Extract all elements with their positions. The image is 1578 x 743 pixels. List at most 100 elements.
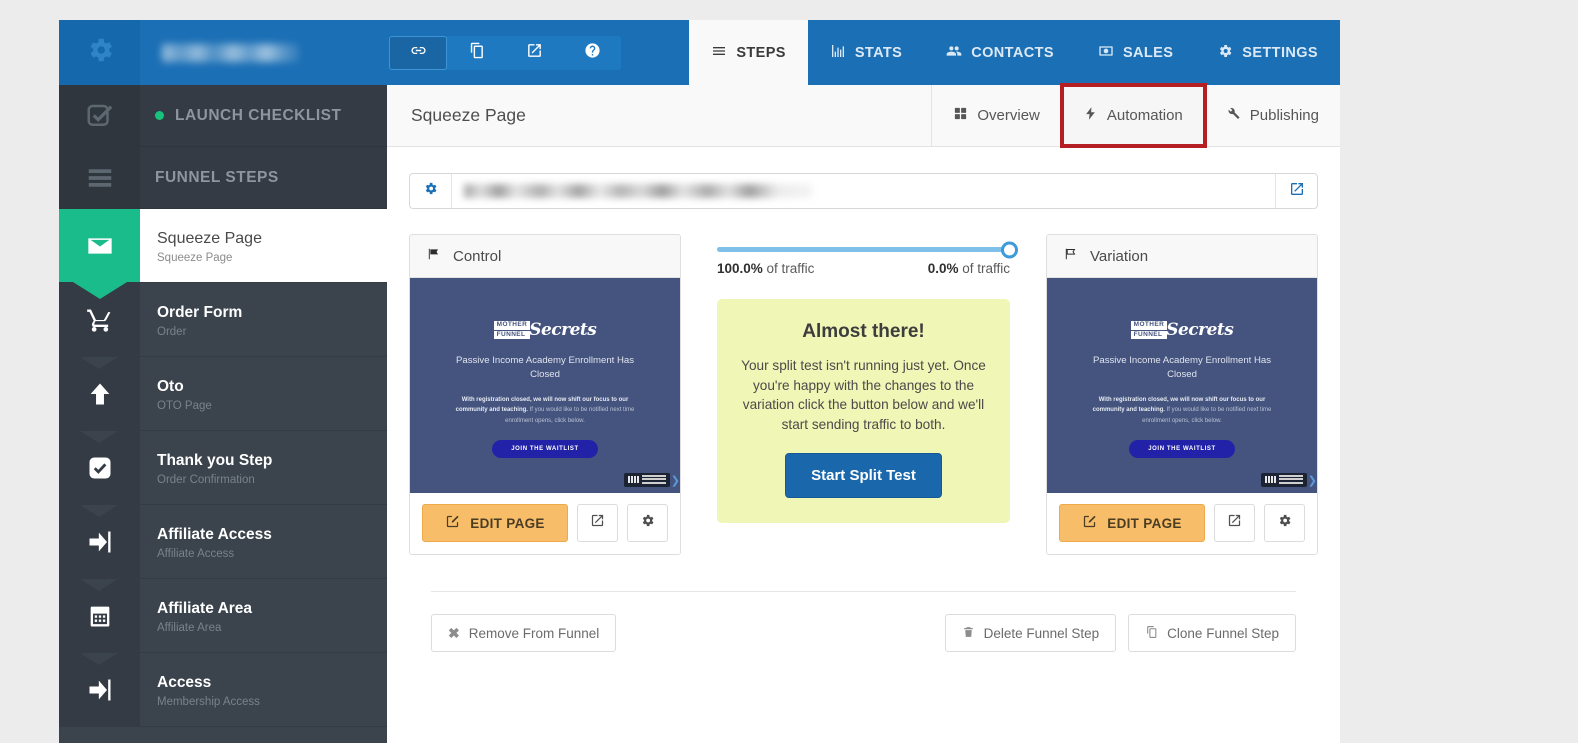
url-input[interactable] xyxy=(452,174,1275,208)
tab-publishing[interactable]: Publishing xyxy=(1204,85,1340,146)
body-container: LAUNCH CHECKLIST FUNNEL STEPS Squeeze Pa… xyxy=(59,83,1340,743)
control-card-title: Control xyxy=(453,247,502,265)
page-url-bar xyxy=(409,173,1318,209)
tab-sales[interactable]: SALES xyxy=(1076,20,1195,85)
account-title-redacted xyxy=(162,43,299,62)
tab-steps-label: STEPS xyxy=(736,44,786,61)
edit-pencil-icon xyxy=(1082,514,1097,532)
remove-from-funnel-label: Remove From Funnel xyxy=(468,625,600,641)
tab-publishing-label: Publishing xyxy=(1249,107,1319,124)
start-split-test-button[interactable]: Start Split Test xyxy=(785,453,942,499)
sidebar-item-affiliate-area[interactable]: Affiliate Area Affiliate Area xyxy=(59,579,387,653)
variation-page-preview[interactable]: MOTHER FUNNEL Secrets Passive Income Aca… xyxy=(1047,278,1317,493)
envelope-icon xyxy=(59,209,140,282)
step-subtitle: Affiliate Access xyxy=(157,547,235,560)
variation-card: Variation MOTHER FUNNEL Secrets Passive … xyxy=(1046,234,1318,555)
help-icon-button[interactable] xyxy=(563,36,621,70)
preview-headline: Passive Income Academy Enrollment Has Cl… xyxy=(455,355,635,380)
link-icon-button[interactable] xyxy=(389,35,447,70)
tab-settings[interactable]: SETTINGS xyxy=(1195,20,1340,85)
variation-open-page-button[interactable] xyxy=(1214,504,1255,542)
quick-action-toolbar xyxy=(389,35,621,70)
step-connector-arrow xyxy=(80,357,118,369)
traffic-slider-track[interactable] xyxy=(717,241,1018,258)
badge-text-lines xyxy=(642,474,666,486)
tab-automation[interactable]: Automation xyxy=(1059,83,1207,148)
preview-logo-line1: MOTHER xyxy=(1130,320,1168,330)
gear-icon xyxy=(1277,513,1292,533)
clone-icon-button[interactable] xyxy=(447,36,505,70)
content-inner: Control MOTHER FUNNEL Secrets Passive In… xyxy=(387,147,1340,652)
sidebar-item-thank-you-step[interactable]: Thank you Step Order Confirmation xyxy=(59,431,387,505)
sidebar-item-affiliate-access[interactable]: Affiliate Access Affiliate Access xyxy=(59,505,387,579)
step-connector-arrow xyxy=(80,505,118,517)
sidebar-item-funnel-steps[interactable]: FUNNEL STEPS xyxy=(59,147,387,209)
external-link-icon xyxy=(1227,513,1242,533)
notice-text: Your split test isn't running just yet. … xyxy=(741,358,986,432)
sidebar-step-text: Thank you Step Order Confirmation xyxy=(140,431,272,504)
url-open-button[interactable] xyxy=(1275,174,1317,208)
control-edit-page-button[interactable]: EDIT PAGE xyxy=(422,504,568,542)
traffic-slider[interactable] xyxy=(717,234,1018,258)
hamburger-icon xyxy=(711,43,727,63)
step-subtitle: Squeeze Page xyxy=(157,251,233,264)
brand-gear-button[interactable] xyxy=(59,20,140,85)
step-title: Affiliate Access xyxy=(157,525,272,543)
launch-checklist-label: LAUNCH CHECKLIST xyxy=(175,106,342,124)
external-link-icon xyxy=(1289,181,1305,202)
step-subtitle: OTO Page xyxy=(157,399,212,412)
delete-funnel-step-button[interactable]: Delete Funnel Step xyxy=(944,614,1117,652)
url-settings-button[interactable] xyxy=(410,174,452,208)
help-circle-icon xyxy=(584,42,601,64)
step-title: Order Form xyxy=(157,303,243,321)
variation-edit-page-button[interactable]: EDIT PAGE xyxy=(1059,504,1205,542)
variation-settings-button[interactable] xyxy=(1264,504,1305,542)
sidebar-item-access[interactable]: Access Membership Access xyxy=(59,653,387,727)
traffic-slider-knob[interactable] xyxy=(1001,241,1018,258)
gear-icon xyxy=(423,181,438,201)
flag-solid-icon xyxy=(426,247,441,265)
preview-logo-script: Secrets xyxy=(1166,320,1234,340)
tab-overview[interactable]: Overview xyxy=(932,85,1062,146)
external-link-icon xyxy=(526,42,543,64)
remove-from-funnel-button[interactable]: ✖ Remove From Funnel xyxy=(431,614,617,652)
split-test-row: Control MOTHER FUNNEL Secrets Passive In… xyxy=(409,234,1318,555)
users-icon xyxy=(946,43,962,63)
control-page-preview[interactable]: MOTHER FUNNEL Secrets Passive Income Aca… xyxy=(410,278,680,493)
tab-contacts-label: CONTACTS xyxy=(971,44,1054,61)
control-settings-button[interactable] xyxy=(627,504,668,542)
control-edit-page-label: EDIT PAGE xyxy=(470,515,545,531)
preview-cta-button: JOIN THE WAITLIST xyxy=(1129,440,1235,459)
clone-funnel-step-button[interactable]: Clone Funnel Step xyxy=(1128,614,1296,652)
variation-traffic-suffix: of traffic xyxy=(958,261,1010,276)
tab-steps[interactable]: STEPS xyxy=(689,20,808,85)
open-external-icon-button[interactable] xyxy=(505,36,563,70)
step-connector-arrow xyxy=(80,579,118,591)
edit-pencil-icon xyxy=(445,514,460,532)
link-icon xyxy=(410,42,427,64)
control-open-page-button[interactable] xyxy=(577,504,618,542)
tab-stats[interactable]: STATS xyxy=(808,20,924,85)
gear-icon xyxy=(1217,43,1233,63)
variation-traffic-percent: 0.0% xyxy=(927,261,959,276)
sidebar-item-oto[interactable]: Oto OTO Page xyxy=(59,357,387,431)
sidebar-item-launch-checklist[interactable]: LAUNCH CHECKLIST xyxy=(59,85,387,147)
preview-logo-line2: FUNNEL xyxy=(493,330,531,340)
variation-traffic-label: 0.0% of traffic xyxy=(928,261,1010,276)
tab-automation-label: Automation xyxy=(1106,107,1183,124)
tab-contacts[interactable]: CONTACTS xyxy=(924,20,1076,85)
hamburger-icon xyxy=(59,147,140,208)
preview-next-arrow-icon[interactable]: ❯ xyxy=(671,474,680,487)
preview-next-arrow-icon[interactable]: ❯ xyxy=(1308,474,1317,487)
traffic-labels: 100.0% of traffic 0.0% of traffic xyxy=(717,261,1010,276)
sidebar-step-text: Squeeze Page Squeeze Page xyxy=(140,209,262,282)
funnel-steps-label: FUNNEL STEPS xyxy=(155,168,279,186)
sidebar-step-text: Affiliate Area Affiliate Area xyxy=(140,579,252,652)
variation-card-actions: EDIT PAGE xyxy=(1047,493,1317,554)
tab-overview-label: Overview xyxy=(977,107,1040,124)
preview-logo-script: Secrets xyxy=(529,320,597,340)
flag-outline-icon xyxy=(1063,247,1078,265)
split-test-middle: 100.0% of traffic 0.0% of traffic Almost… xyxy=(681,234,1046,524)
preview-logo-text: MOTHER FUNNEL xyxy=(493,320,531,340)
sidebar-item-squeeze-page[interactable]: Squeeze Page Squeeze Page xyxy=(59,209,387,283)
